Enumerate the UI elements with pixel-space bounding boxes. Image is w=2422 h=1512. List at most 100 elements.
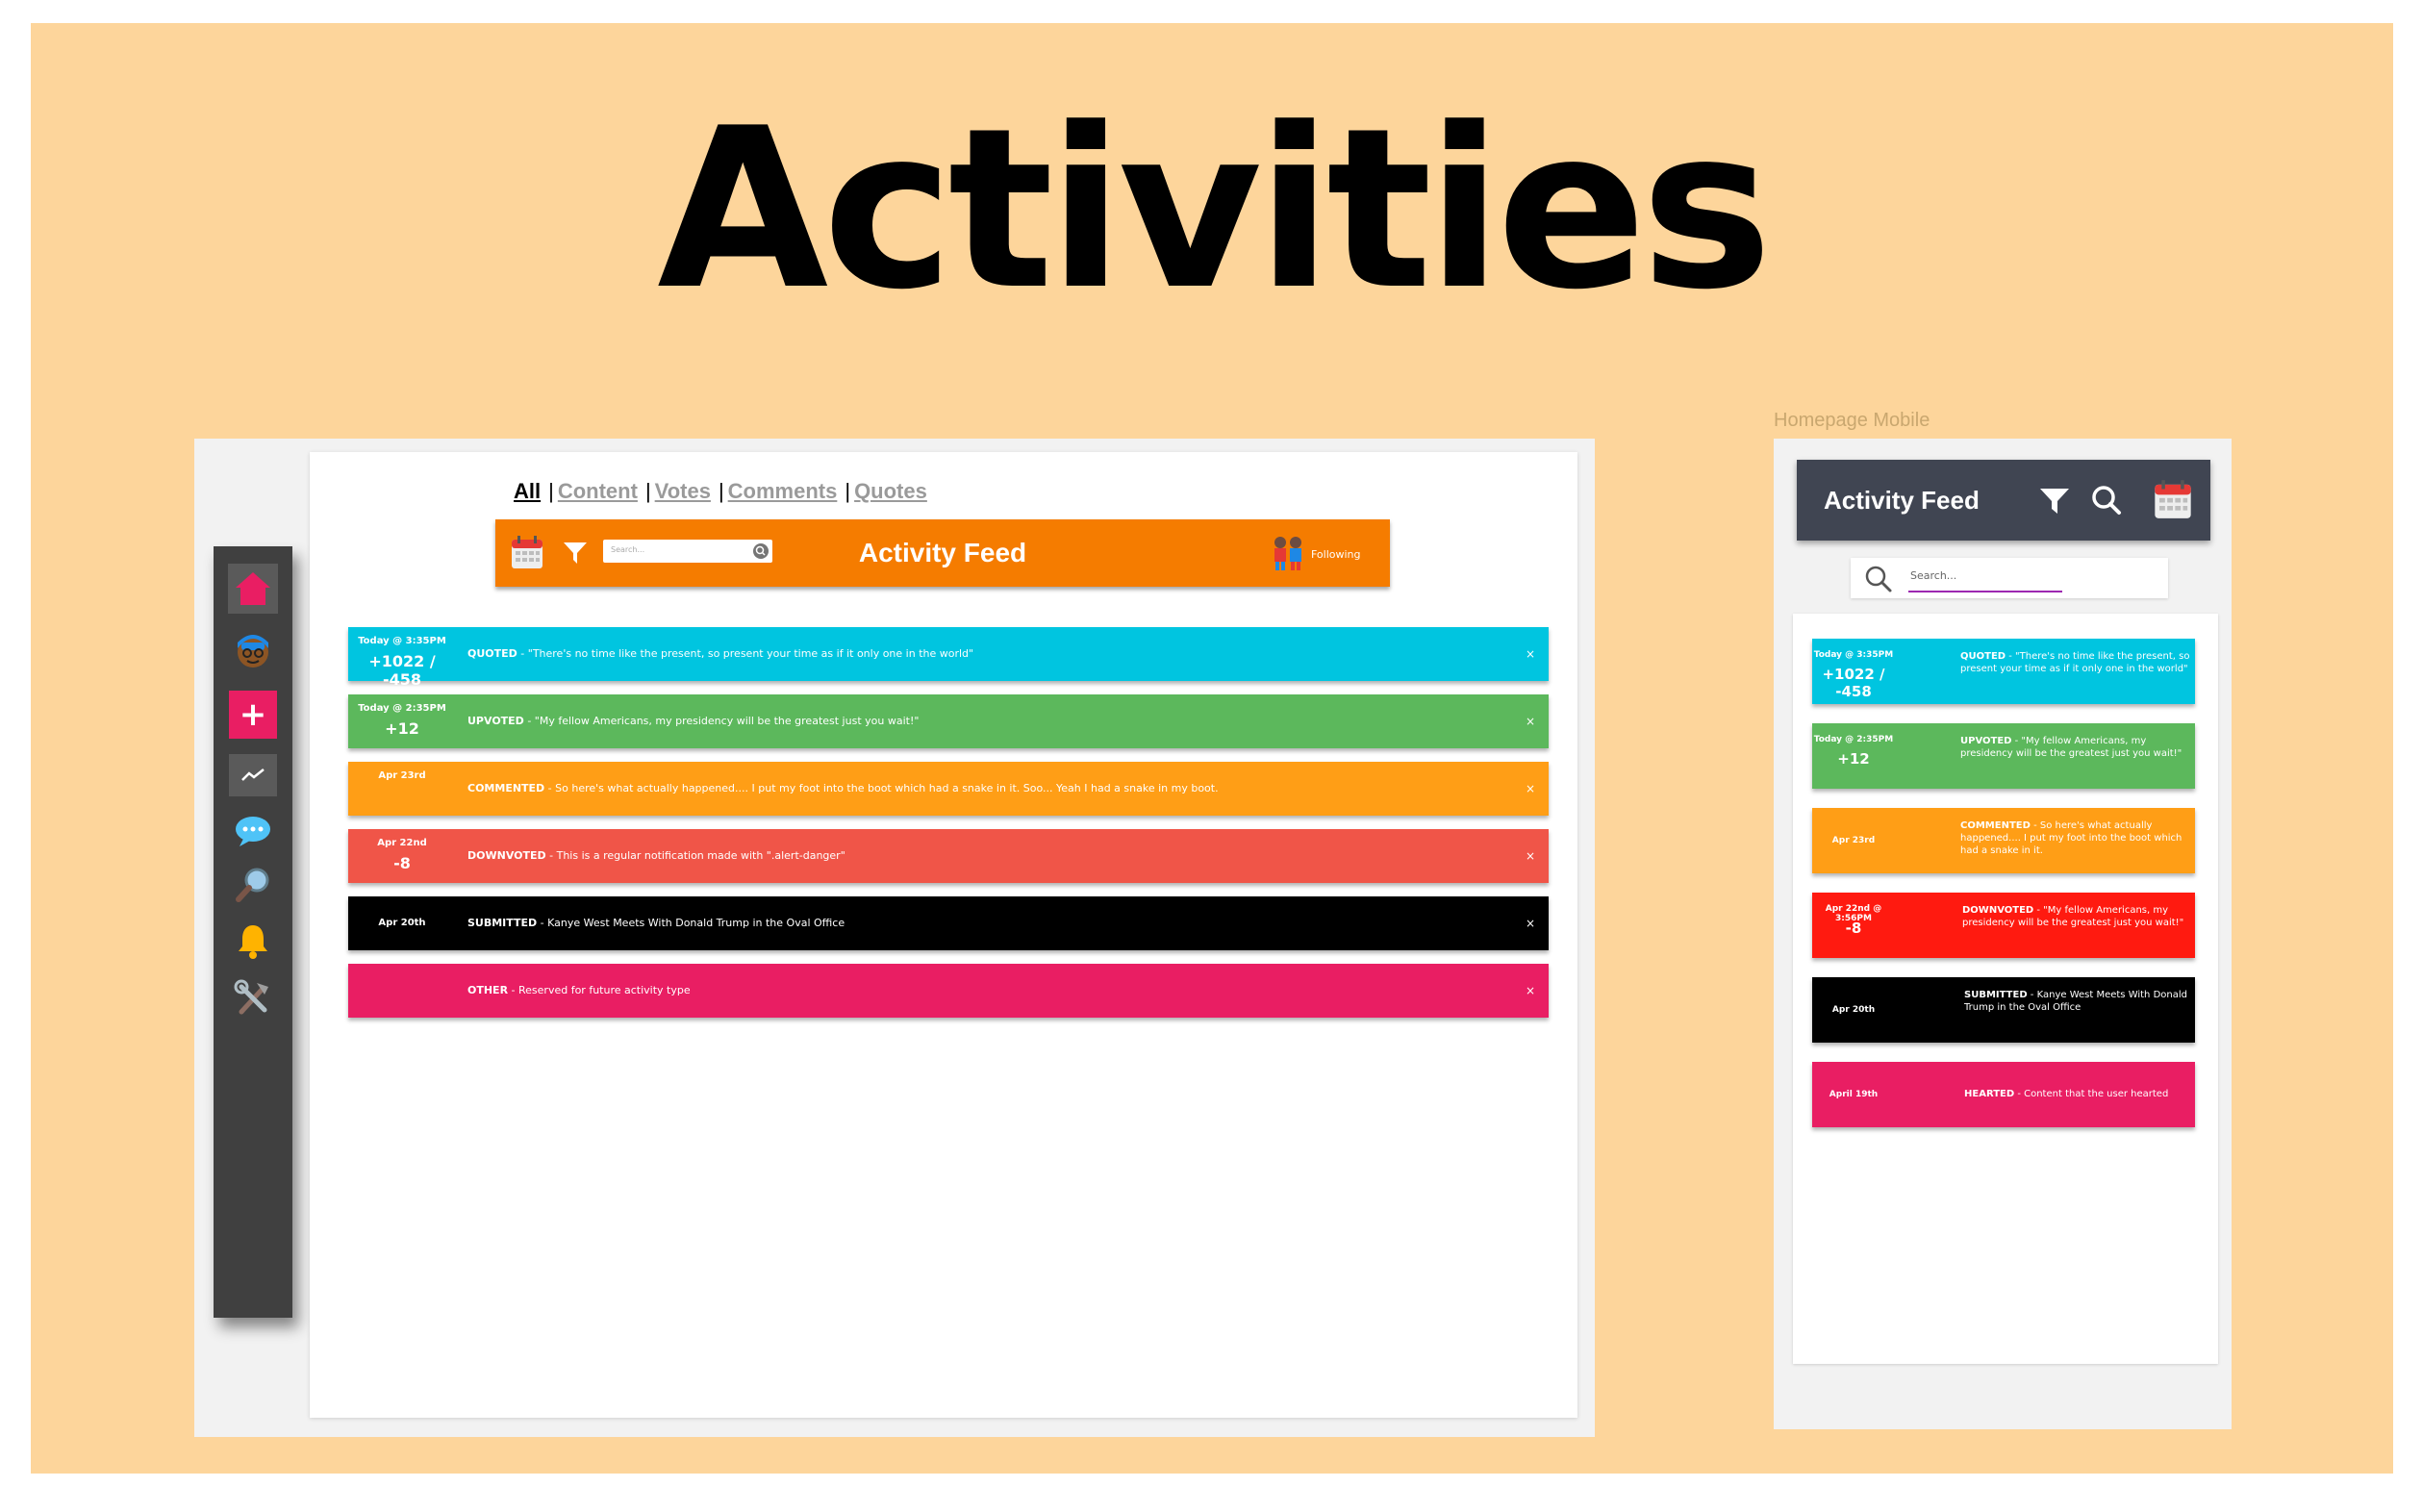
mobile-notification-commented[interactable]: Apr 23rd COMMENTED - So here's what actu… — [1812, 808, 2195, 873]
bell-icon[interactable] — [228, 916, 278, 966]
notification-date: Apr 20th — [1831, 1005, 1876, 1015]
notification-type: QUOTED — [467, 647, 517, 660]
notification-date: Today @ 3:35PM — [1813, 650, 1894, 660]
notification-message: - Reserved for future activity type — [508, 984, 691, 996]
tab-content[interactable]: Content — [558, 479, 638, 503]
notification-date: Today @ 2:35PM — [358, 703, 446, 714]
tab-all[interactable]: All — [514, 479, 541, 503]
following-label[interactable]: Following — [1311, 548, 1361, 561]
mobile-notification-quoted[interactable]: Today @ 3:35PM +1022 / -458 QUOTED - "Th… — [1812, 639, 2195, 704]
notification-type: SUBMITTED — [1964, 990, 2028, 1000]
notification-type: UPVOTED — [1960, 736, 2012, 746]
tab-separator: | — [548, 479, 554, 503]
notification-date: Today @ 3:35PM — [358, 636, 446, 646]
notification-message: - Content that the user hearted — [2014, 1089, 2169, 1099]
canvas: Activities + All | Content | Votes | Com… — [31, 23, 2393, 1474]
desktop-frame: + All | Content | Votes | Comments | Quotes — [194, 439, 1595, 1437]
notification-text: DOWNVOTED - This is a regular notificati… — [467, 829, 845, 883]
notification-type: DOWNVOTED — [467, 849, 546, 862]
page-title: Activities — [657, 82, 1773, 339]
magnifier-icon[interactable] — [228, 860, 278, 910]
mobile-frame-label: Homepage Mobile — [1774, 410, 1930, 431]
notification-date: Apr 22nd — [377, 838, 427, 848]
notification-message: - This is a regular notification made wi… — [545, 849, 845, 862]
mobile-header: Activity Feed — [1797, 460, 2210, 541]
activity-feed-bar: Search... Activity Feed Following — [495, 519, 1390, 587]
following-people-icon[interactable] — [1271, 535, 1305, 575]
filter-tabs: All | Content | Votes | Comments | Quotes — [514, 479, 931, 504]
feed-title: Activity Feed — [858, 538, 1027, 567]
trending-icon[interactable] — [229, 754, 277, 796]
notification-type: DOWNVOTED — [1962, 905, 2034, 916]
search-underline — [1908, 591, 2062, 592]
tools-icon[interactable] — [228, 973, 278, 1023]
tab-comments[interactable]: Comments — [728, 479, 838, 503]
speech-bubble-icon[interactable] — [228, 806, 278, 856]
close-icon[interactable]: × — [1526, 896, 1535, 950]
add-button[interactable]: + — [229, 691, 277, 739]
notification-date: Apr 23rd — [378, 770, 426, 781]
notification-text: UPVOTED - "My fellow Americans, my presi… — [1960, 735, 2191, 760]
tab-separator: | — [845, 479, 851, 503]
notification-date: Apr 20th — [378, 918, 426, 928]
notification-message: - Kanye West Meets With Donald Trump in … — [537, 917, 845, 929]
notification-message: - "My fellow Americans, my presidency wi… — [523, 715, 920, 727]
close-icon[interactable]: × — [1526, 694, 1535, 748]
notification-other[interactable]: OTHER - Reserved for future activity typ… — [348, 964, 1549, 1018]
notification-score: -8 — [393, 854, 411, 872]
mobile-feed-title: Activity Feed — [1824, 486, 1980, 515]
notification-date: April 19th — [1829, 1090, 1879, 1099]
home-icon[interactable] — [228, 564, 278, 614]
notification-text: COMMENTED - So here's what actually happ… — [467, 762, 1219, 816]
tab-separator: | — [644, 479, 651, 503]
notification-score: +1022 / -458 — [368, 652, 436, 689]
notification-submitted[interactable]: Apr 20th SUBMITTED - Kanye West Meets Wi… — [348, 896, 1549, 950]
notification-date: Apr 23rd — [1831, 836, 1876, 845]
search-icon[interactable] — [2091, 485, 2122, 519]
notification-text: QUOTED - "There's no time like the prese… — [1960, 650, 2191, 675]
mobile-frame: Activity Feed Search... Today @ 3:35PM +… — [1774, 439, 2232, 1429]
close-icon[interactable]: × — [1526, 829, 1535, 883]
notification-type: SUBMITTED — [467, 917, 538, 929]
notification-type: QUOTED — [1960, 651, 2006, 662]
tab-separator: | — [718, 479, 724, 503]
notification-commented[interactable]: Apr 23rd COMMENTED - So here's what actu… — [348, 762, 1549, 816]
notification-quoted[interactable]: Today @ 3:35PM +1022 / -458 QUOTED - "Th… — [348, 627, 1549, 689]
calendar-icon[interactable] — [2153, 479, 2193, 523]
mobile-search-input[interactable]: Search... — [1851, 558, 2168, 598]
notification-text: UPVOTED - "My fellow Americans, my presi… — [467, 694, 919, 748]
notification-text: QUOTED - "There's no time like the prese… — [467, 627, 973, 681]
notification-score: +12 — [1837, 750, 1870, 768]
sidebar: + — [214, 546, 292, 1318]
notification-type: OTHER — [467, 984, 509, 996]
tab-quotes[interactable]: Quotes — [854, 479, 927, 503]
notification-date: Today @ 2:35PM — [1813, 735, 1894, 744]
notification-score: +12 — [385, 719, 419, 738]
tab-votes[interactable]: Votes — [655, 479, 711, 503]
mobile-notification-upvoted[interactable]: Today @ 2:35PM +12 UPVOTED - "My fellow … — [1812, 723, 2195, 789]
notification-type: HEARTED — [1964, 1089, 2015, 1099]
notification-score: +1022 / -458 — [1822, 666, 1885, 700]
close-icon[interactable]: × — [1526, 762, 1535, 816]
filter-icon[interactable] — [2039, 487, 2070, 519]
notification-downvoted[interactable]: Apr 22nd -8 DOWNVOTED - This is a regula… — [348, 829, 1549, 883]
desktop-page: All | Content | Votes | Comments | Quotes Search… — [310, 452, 1577, 1418]
notification-text: COMMENTED - So here's what actually happ… — [1960, 819, 2191, 857]
mobile-notification-downvoted[interactable]: Apr 22nd @ 3:56PM -8 DOWNVOTED - "My fel… — [1812, 893, 2195, 958]
search-placeholder: Search... — [1910, 569, 1957, 582]
notification-type: COMMENTED — [467, 782, 545, 794]
notification-text: SUBMITTED - Kanye West Meets With Donald… — [467, 896, 845, 950]
avatar[interactable] — [228, 625, 278, 675]
notification-upvoted[interactable]: Today @ 2:35PM +12 UPVOTED - "My fellow … — [348, 694, 1549, 748]
close-icon[interactable]: × — [1526, 964, 1535, 1018]
notification-text: OTHER - Reserved for future activity typ… — [467, 964, 691, 1018]
notification-message: - So here's what actually happened.... I… — [544, 782, 1219, 794]
mobile-notification-hearted[interactable]: April 19th HEARTED - Content that the us… — [1812, 1062, 2195, 1127]
notification-text: DOWNVOTED - "My fellow Americans, my pre… — [1962, 904, 2193, 929]
notification-message: - "There's no time like the present, so … — [517, 647, 974, 660]
notification-text: HEARTED - Content that the user hearted — [1964, 1062, 2195, 1127]
notification-type: UPVOTED — [467, 715, 524, 727]
mobile-notification-submitted[interactable]: Apr 20th SUBMITTED - Kanye West Meets Wi… — [1812, 977, 2195, 1043]
close-icon[interactable]: × — [1526, 627, 1535, 681]
notification-text: SUBMITTED - Kanye West Meets With Donald… — [1964, 989, 2195, 1014]
